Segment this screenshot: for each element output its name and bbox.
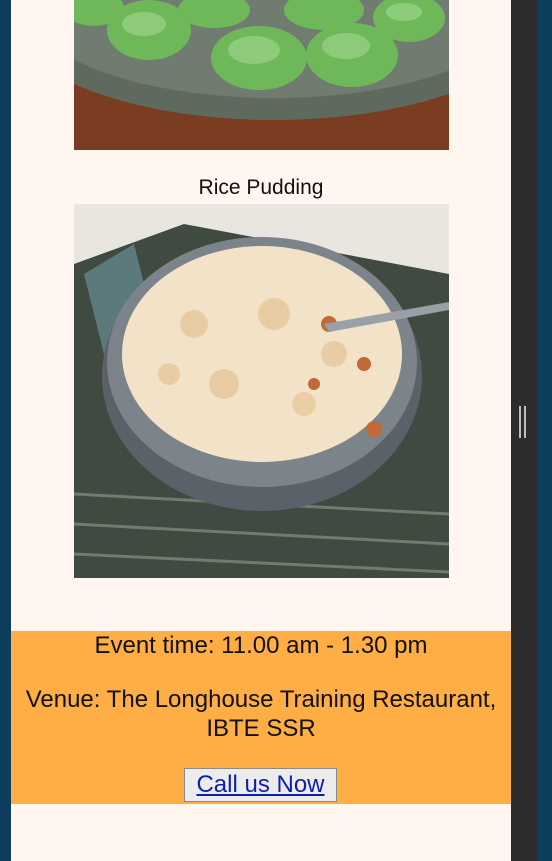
venue-line-2: IBTE SSR <box>206 715 316 742</box>
event-info-band: Event time: 11.00 am - 1.30 pm Venue: Th… <box>11 631 511 804</box>
venue-line-1: Venue: The Longhouse Training Restaurant… <box>25 686 497 713</box>
venue-text: Venue: The Longhouse Training Restaurant… <box>11 685 511 743</box>
rice-pudding-image <box>74 204 449 578</box>
pudding-caption: Rice Pudding <box>198 176 324 199</box>
event-time: Event time: 11.00 am - 1.30 pm <box>94 632 428 659</box>
page-content: Rice Pudding Event time: 11.00 am - 1.30… <box>11 0 511 861</box>
call-us-now-button[interactable]: Call us Now <box>184 768 337 802</box>
green-rice-cakes-image <box>74 0 449 150</box>
vertical-scrollbar[interactable] <box>511 0 537 861</box>
scroll-grip-icon[interactable] <box>519 406 527 438</box>
window-edge <box>537 0 552 861</box>
